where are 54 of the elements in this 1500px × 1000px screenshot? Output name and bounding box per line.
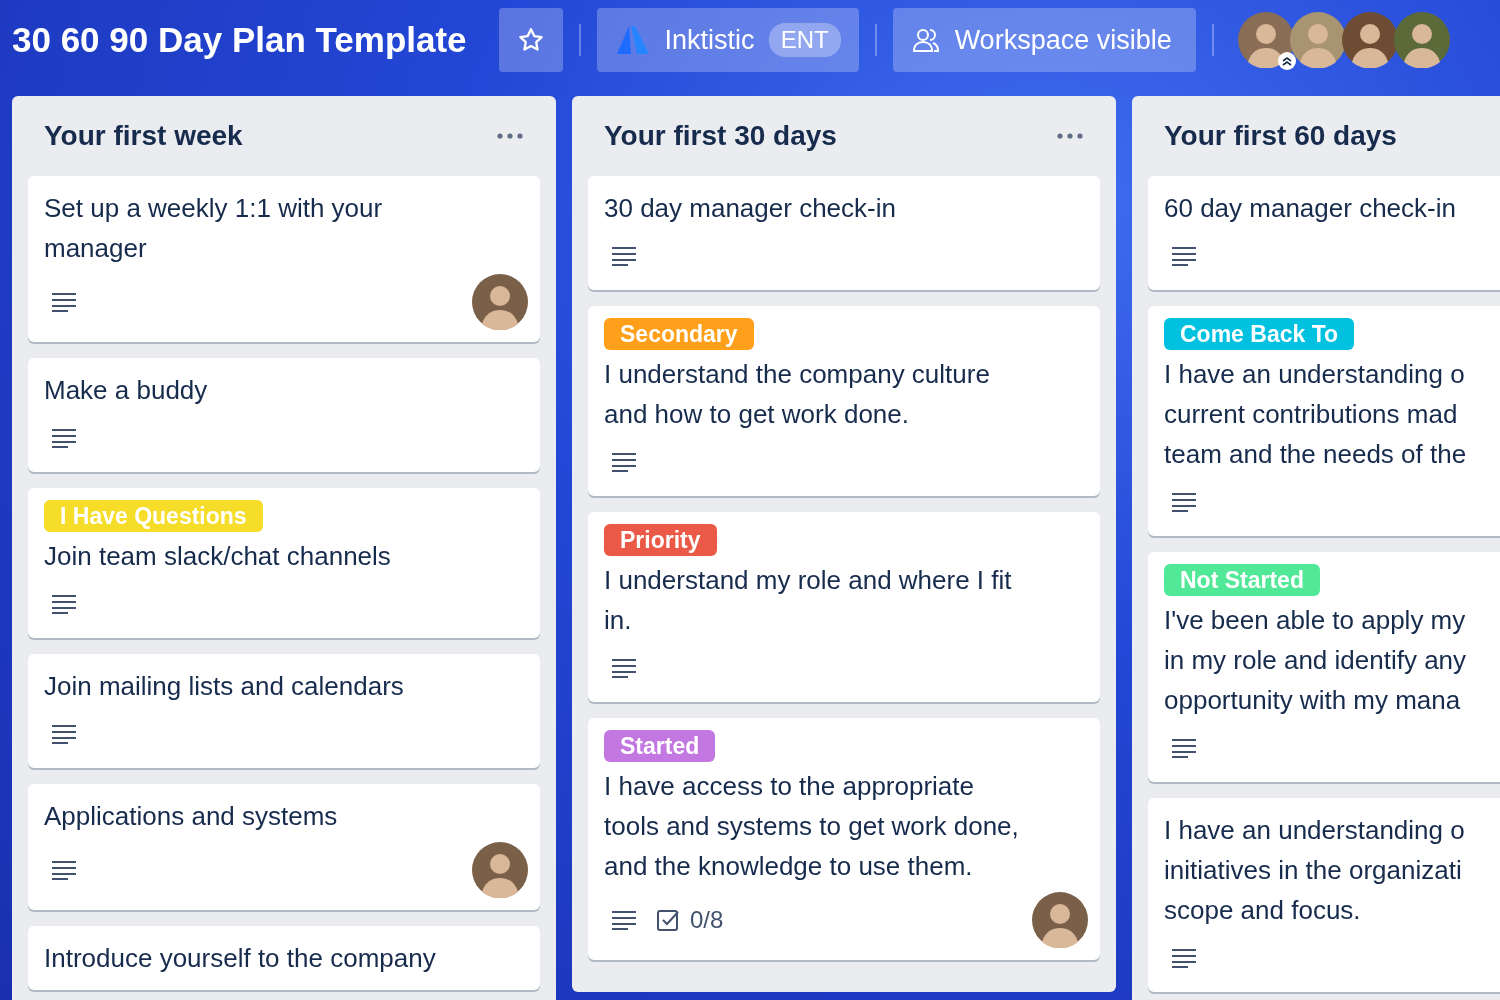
card[interactable]: Introduce yourself to the company — [28, 926, 540, 990]
more-icon[interactable] — [496, 132, 524, 140]
people-icon — [910, 26, 941, 54]
more-icon[interactable] — [1056, 132, 1084, 140]
card[interactable]: Started I have access to the appropriate tools and systems to get work done, and the knowledge to use them. 0/8 — [588, 718, 1100, 960]
card[interactable]: Set up a weekly 1:1 with your manager — [28, 176, 540, 342]
card-label: Come Back To — [1164, 318, 1355, 350]
card[interactable]: I Have Questions Join team slack/chat channels — [28, 488, 540, 638]
card-title: 60 day manager check-in — [1164, 192, 1457, 225]
member-avatar[interactable] — [472, 274, 528, 330]
card[interactable]: Secondary I understand the company culture and how to get work done. — [588, 306, 1100, 496]
card-label: Priority — [604, 524, 717, 556]
card[interactable]: I have an understanding o initiatives in the organizati scope and focus. — [1148, 798, 1500, 992]
star-button[interactable] — [498, 8, 563, 72]
member-avatar[interactable] — [1032, 892, 1088, 948]
card-label: Secondary — [604, 318, 754, 350]
member-avatar[interactable] — [1393, 12, 1450, 68]
card-title: I understand my role and where I fit in. — [604, 564, 1013, 637]
card-label: I Have Questions — [44, 500, 263, 532]
card[interactable]: 30 day manager check-in — [588, 176, 1100, 290]
logo-icon — [614, 24, 651, 56]
card-title: I understand the company culture and how to get work done. — [604, 358, 991, 431]
card[interactable]: Applications and systems — [28, 784, 540, 910]
card-title: Join mailing lists and calendars — [44, 670, 405, 703]
card-label: Started — [604, 730, 716, 762]
card-title: Introduce yourself to the company — [44, 942, 437, 975]
checklist-badge: 0/8 — [656, 906, 724, 934]
card-title: Make a buddy — [44, 374, 209, 407]
workspace-button[interactable]: Inktistic ENT — [596, 8, 859, 72]
list-title[interactable]: Your first 30 days — [604, 120, 837, 152]
board-title: 30 60 90 Day Plan Template — [12, 20, 467, 60]
card-title: Applications and systems — [44, 800, 339, 833]
card-title: I have access to the appropriate tools and systems to get work done, and the knowledge to use them. — [604, 770, 1020, 883]
member-avatar[interactable] — [1289, 12, 1346, 68]
card[interactable]: 60 day manager check-in — [1148, 176, 1500, 290]
card-title: Join team slack/chat channels — [44, 540, 392, 573]
card[interactable]: Not Started I've been able to apply my in my role and identify any opportunity with my mana — [1148, 552, 1500, 782]
card[interactable]: Priority I understand my role and where I fit in. — [588, 512, 1100, 702]
card-title: I've been able to apply my in my role and identify any opportunity with my mana — [1164, 604, 1468, 717]
card-label: Not Started — [1164, 564, 1320, 596]
card[interactable]: Come Back To I have an understanding o current contributions mad team and the needs of the — [1148, 306, 1500, 536]
member-avatar[interactable] — [472, 842, 528, 898]
star-icon — [516, 26, 545, 54]
card-title: 30 day manager check-in — [604, 192, 897, 225]
list-title[interactable]: Your first week — [44, 120, 243, 152]
list-title[interactable]: Your first 60 days — [1164, 120, 1397, 152]
card-title: Set up a weekly 1:1 with your manager — [44, 192, 384, 265]
member-avatar[interactable] — [1341, 12, 1398, 68]
card-title: I have an understanding o current contributions mad team and the needs of the — [1164, 358, 1468, 471]
card[interactable]: Make a buddy — [28, 358, 540, 472]
card[interactable]: Join mailing lists and calendars — [28, 654, 540, 768]
member-avatar[interactable] — [1237, 12, 1294, 68]
plan-badge: ENT — [768, 23, 841, 57]
card-title: I have an understanding o initiatives in the organizati scope and focus. — [1164, 814, 1466, 927]
